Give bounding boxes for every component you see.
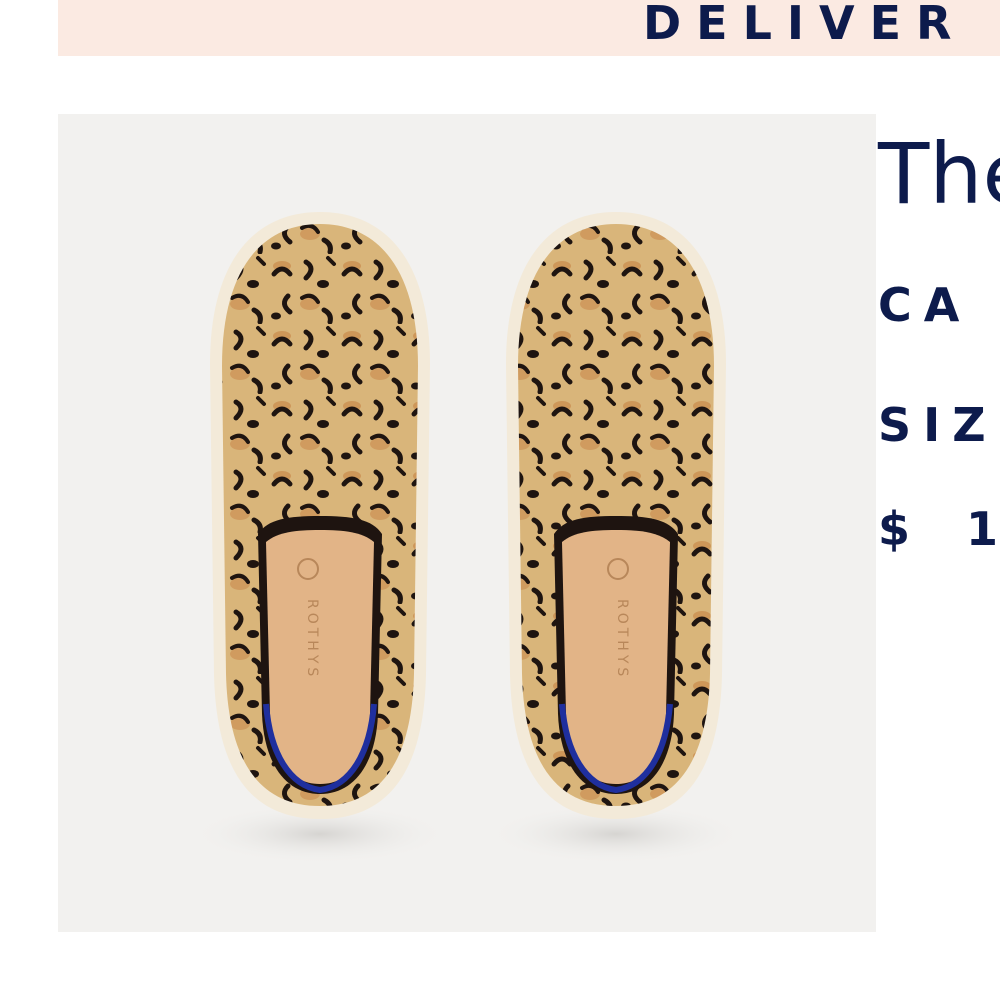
product-price: $ 1 [878, 502, 998, 556]
right-shoe: ROTHYS [486, 212, 746, 864]
delivery-banner: DELIVER [58, 0, 1000, 56]
left-shoe: ROTHYS [190, 212, 450, 864]
product-title: The [878, 125, 1000, 223]
product-info-panel: The CA SIZ $ 1 [876, 114, 1000, 614]
product-photo-svg: ROTHYS ROTHYS [190, 212, 746, 864]
left-insole-brand: ROTHYS [304, 599, 320, 680]
product-color-label: CA [878, 278, 972, 332]
product-size-label: SIZ [878, 398, 998, 452]
delivery-banner-text: DELIVER [643, 0, 967, 50]
right-insole-brand: ROTHYS [614, 599, 630, 680]
product-image[interactable]: ROTHYS ROTHYS [58, 114, 876, 932]
